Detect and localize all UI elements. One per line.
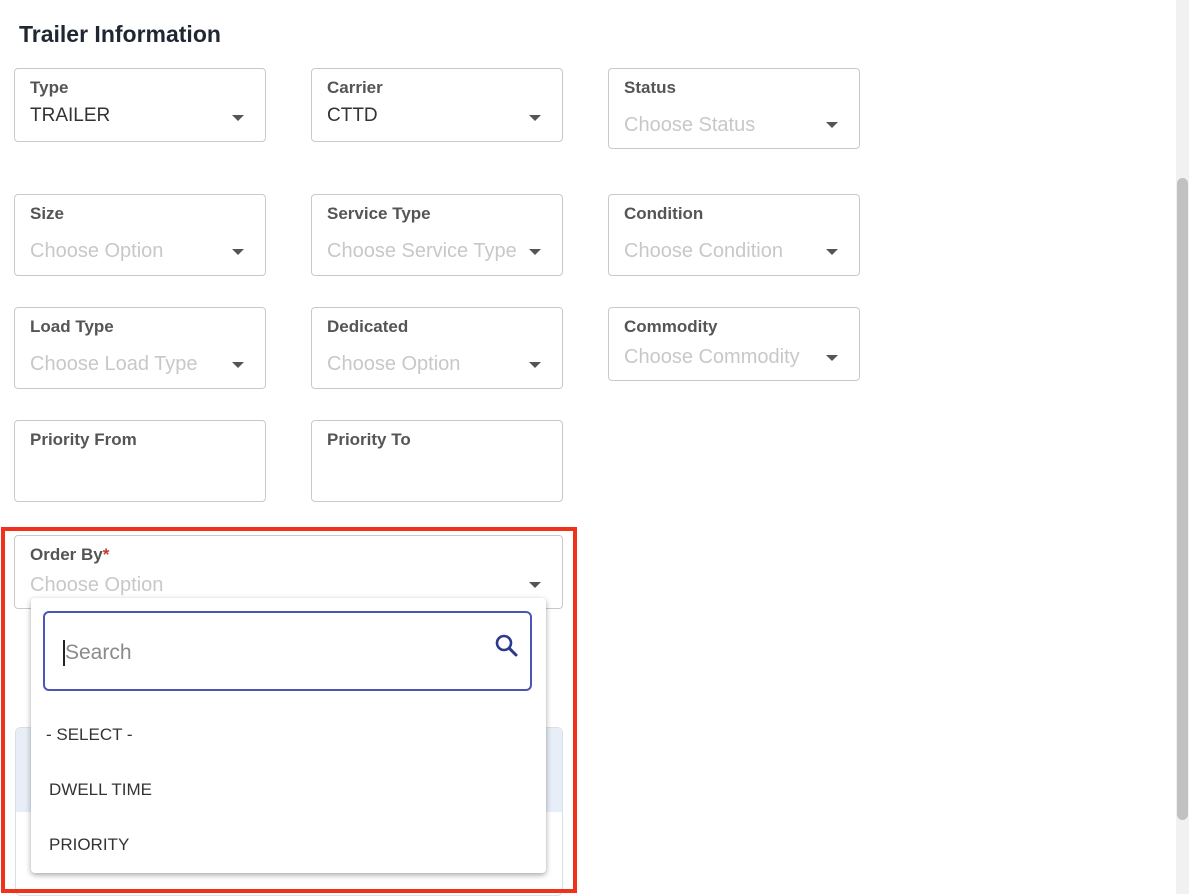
priority-from-label: Priority From bbox=[30, 430, 137, 449]
carrier-select[interactable]: Carrier CTTD bbox=[311, 68, 563, 142]
dedicated-select[interactable]: Dedicated Choose Option bbox=[311, 307, 563, 389]
service-type-placeholder: Choose Service Type bbox=[327, 240, 517, 262]
chevron-down-icon bbox=[529, 362, 541, 368]
dedicated-label: Dedicated bbox=[327, 317, 409, 336]
chevron-down-icon bbox=[232, 115, 244, 121]
carrier-label: Carrier bbox=[327, 78, 383, 97]
commodity-select[interactable]: Commodity Choose Commodity bbox=[608, 307, 860, 381]
chevron-down-icon bbox=[232, 362, 244, 368]
dropdown-option-select[interactable]: - SELECT - bbox=[46, 725, 133, 745]
type-value: TRAILER bbox=[30, 105, 111, 126]
dropdown-option-dwell-time[interactable]: DWELL TIME bbox=[49, 780, 152, 800]
section-title: Trailer Information bbox=[19, 21, 221, 47]
scrollbar-thumb[interactable] bbox=[1177, 178, 1188, 820]
chevron-down-icon bbox=[826, 122, 838, 128]
carrier-value: CTTD bbox=[327, 105, 378, 126]
dropdown-search-input[interactable]: Search bbox=[43, 611, 532, 691]
chevron-down-icon bbox=[529, 115, 541, 121]
service-type-select[interactable]: Service Type Choose Service Type bbox=[311, 194, 563, 276]
status-label: Status bbox=[624, 78, 676, 97]
condition-placeholder: Choose Condition bbox=[624, 240, 783, 262]
dedicated-placeholder: Choose Option bbox=[327, 353, 461, 375]
chevron-down-icon bbox=[826, 355, 838, 361]
type-select[interactable]: Type TRAILER bbox=[14, 68, 266, 142]
status-placeholder: Choose Status bbox=[624, 114, 756, 136]
order-by-dropdown: Search - SELECT - DWELL TIME PRIORITY bbox=[31, 598, 546, 873]
priority-from-input[interactable]: Priority From bbox=[14, 420, 266, 502]
type-label: Type bbox=[30, 78, 69, 97]
condition-select[interactable]: Condition Choose Condition bbox=[608, 194, 860, 276]
commodity-label: Commodity bbox=[624, 317, 718, 336]
chevron-down-icon bbox=[529, 249, 541, 255]
status-select[interactable]: Status Choose Status bbox=[608, 68, 860, 149]
chevron-down-icon bbox=[232, 249, 244, 255]
service-type-label: Service Type bbox=[327, 204, 431, 223]
order-by-placeholder: Choose Option bbox=[30, 574, 164, 596]
required-mark: * bbox=[102, 545, 110, 564]
commodity-placeholder: Choose Commodity bbox=[624, 346, 800, 368]
priority-to-input[interactable]: Priority To bbox=[311, 420, 563, 502]
load-type-placeholder: Choose Load Type bbox=[30, 353, 198, 375]
dropdown-option-priority[interactable]: PRIORITY bbox=[49, 835, 129, 855]
priority-to-label: Priority To bbox=[327, 430, 411, 449]
size-placeholder: Choose Option bbox=[30, 240, 164, 262]
size-label: Size bbox=[30, 204, 65, 223]
chevron-down-icon bbox=[826, 249, 838, 255]
search-placeholder: Search bbox=[65, 641, 132, 664]
size-select[interactable]: Size Choose Option bbox=[14, 194, 266, 276]
load-type-label: Load Type bbox=[30, 317, 114, 336]
order-by-label: Order By* bbox=[30, 545, 110, 564]
chevron-down-icon bbox=[529, 582, 541, 588]
load-type-select[interactable]: Load Type Choose Load Type bbox=[14, 307, 266, 389]
condition-label: Condition bbox=[624, 204, 704, 223]
search-icon[interactable] bbox=[494, 633, 520, 659]
